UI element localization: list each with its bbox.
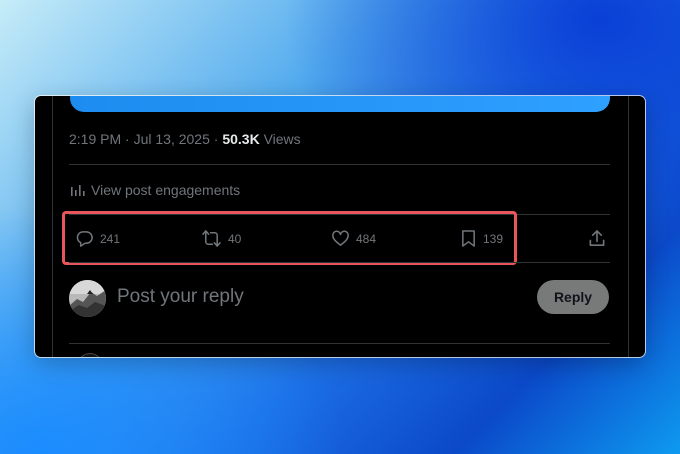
post-meta: 2:19 PM · Jul 13, 2025 · 50.3K Views [69, 131, 301, 147]
avatar[interactable] [69, 280, 106, 317]
post-timestamp[interactable]: 2:19 PM · Jul 13, 2025 [69, 131, 210, 147]
reply-button[interactable]: Reply [537, 280, 609, 314]
column-border-left [52, 96, 53, 357]
divider [69, 164, 610, 165]
reply-input[interactable]: Post your reply [117, 286, 244, 308]
meta-separator: · [209, 131, 223, 147]
avatar-image [69, 280, 106, 317]
engagements-label: View post engagements [91, 182, 241, 198]
action-bar-highlight [62, 211, 517, 265]
views-count: 50.3K [222, 131, 260, 147]
view-engagements-link[interactable]: View post engagements [69, 182, 240, 198]
avatar[interactable] [77, 353, 103, 357]
column-border-right [628, 96, 629, 357]
divider [69, 343, 610, 344]
share-icon [589, 230, 605, 246]
views-label: Views [259, 131, 301, 147]
post-media-bottom[interactable] [70, 96, 610, 112]
analytics-icon [71, 185, 85, 196]
share-action-button[interactable] [588, 229, 606, 248]
divider [69, 262, 610, 263]
tweet-detail-card: 2:19 PM · Jul 13, 2025 · 50.3K Views Vie… [35, 96, 645, 357]
